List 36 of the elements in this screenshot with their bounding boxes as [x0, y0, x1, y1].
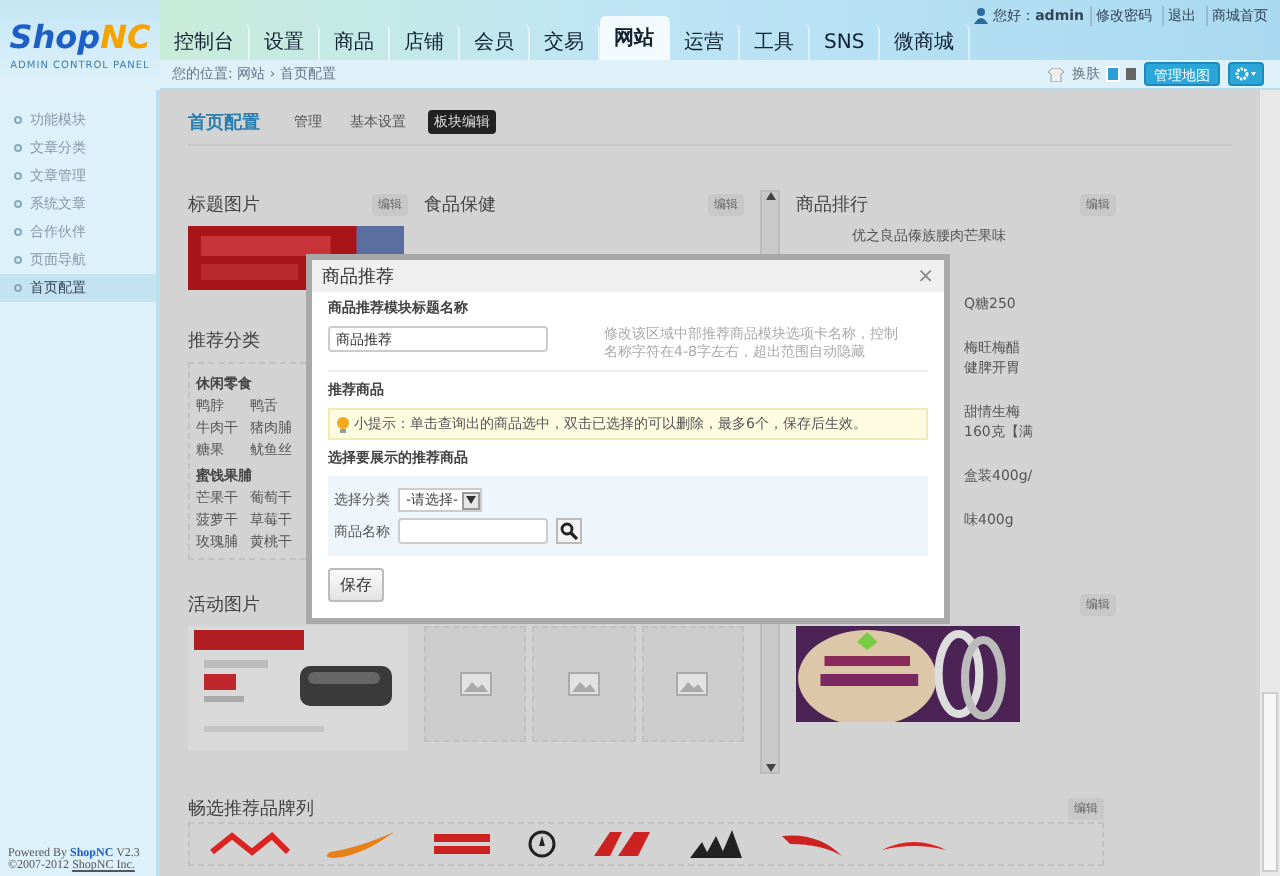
brand-logo: [326, 829, 396, 859]
logo-text: Shop: [9, 18, 101, 56]
settings-button[interactable]: [1228, 62, 1264, 86]
image-icon: [567, 672, 600, 696]
skin-swatch[interactable]: [1126, 68, 1136, 80]
panel-title: 推荐分类: [188, 329, 260, 353]
brand-logo: [688, 828, 744, 860]
scroll-up-icon[interactable]: [765, 192, 775, 200]
skin-swatch[interactable]: [1108, 68, 1118, 80]
dialog-title: 商品推荐: [322, 265, 394, 289]
brand-logo: [432, 832, 492, 856]
shirt-icon: [1048, 67, 1064, 81]
save-button[interactable]: 保存: [328, 568, 384, 603]
brand-logo: [780, 830, 844, 858]
search-button[interactable]: [556, 518, 582, 545]
brand-logo: [528, 830, 556, 858]
brand-logo: [210, 832, 290, 856]
user-icon: [973, 8, 988, 24]
image-icon: [676, 672, 709, 696]
brand-logo: [880, 837, 948, 851]
scroll-down-icon[interactable]: [765, 764, 775, 772]
lightbulb-icon: [336, 415, 350, 434]
caret-icon: [466, 496, 477, 505]
brand-logo: [592, 830, 652, 858]
logo-text: NC: [100, 18, 151, 56]
panel-title: 标题图片: [188, 193, 260, 217]
page-title: 首页配置: [188, 111, 260, 135]
close-button[interactable]: ×: [917, 265, 934, 287]
panel-title: 活动图片: [188, 593, 260, 617]
goods-name-input[interactable]: [398, 518, 548, 545]
panel-title: 畅选推荐品牌列: [188, 797, 314, 821]
panel-title: 食品保健: [424, 193, 496, 217]
panel-title: 商品排行: [796, 193, 868, 217]
image-icon: [459, 672, 492, 696]
nav-tab[interactable]: 网站: [600, 16, 670, 60]
scrollbar[interactable]: [1260, 90, 1280, 876]
